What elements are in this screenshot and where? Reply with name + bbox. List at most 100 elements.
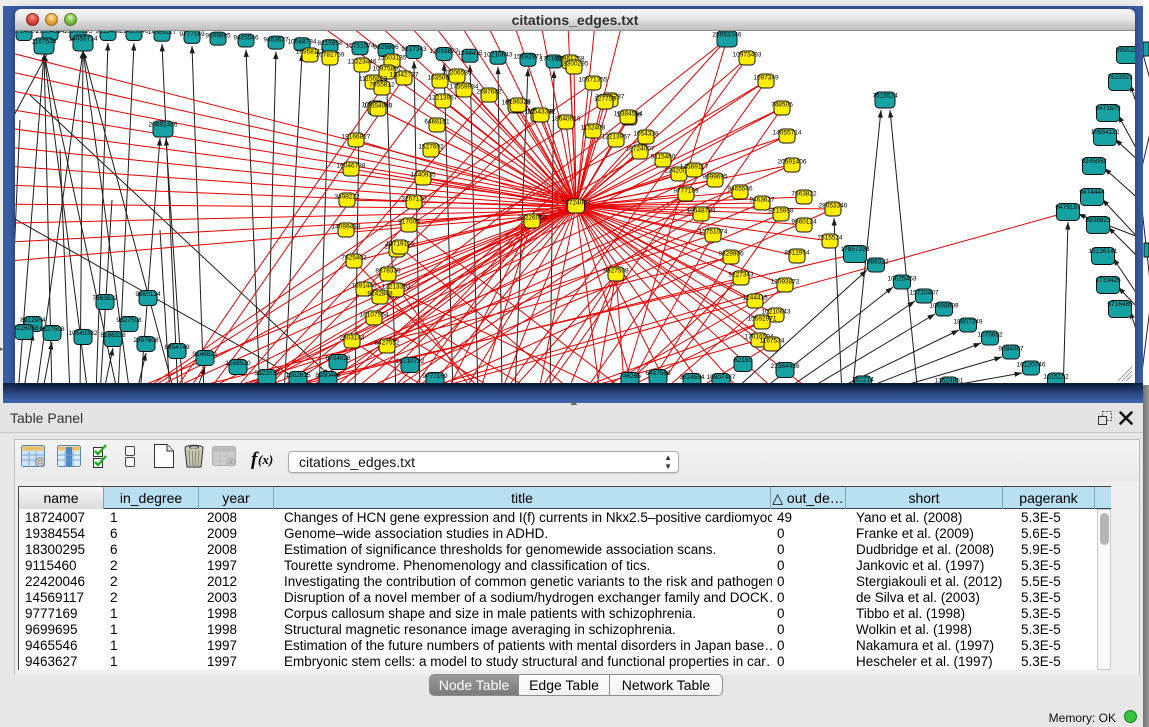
- svg-text:18300295: 18300295: [560, 61, 589, 68]
- svg-text:9242848: 9242848: [367, 291, 393, 298]
- svg-text:12213363: 12213363: [382, 284, 411, 291]
- svg-text:1075692: 1075692: [977, 332, 1003, 339]
- svg-text:62160: 62160: [734, 357, 752, 364]
- svg-text:1167534: 1167534: [32, 39, 57, 46]
- svg-text:14569117: 14569117: [148, 31, 177, 36]
- svg-text:7955812: 7955812: [369, 82, 395, 89]
- svg-text:14099489: 14099489: [332, 224, 361, 231]
- svg-text:16210722: 16210722: [396, 358, 425, 365]
- svg-text:12503135: 12503135: [378, 55, 407, 62]
- svg-text:9777169: 9777169: [673, 188, 699, 195]
- svg-text:20206535: 20206535: [443, 70, 472, 77]
- svg-text:18724007: 18724007: [626, 146, 655, 153]
- svg-text:1244415: 1244415: [742, 295, 768, 302]
- svg-text:8186328: 8186328: [100, 332, 126, 339]
- svg-text:2867608: 2867608: [133, 337, 159, 344]
- svg-text:9329906: 9329906: [718, 251, 744, 258]
- svg-text:8990448: 8990448: [315, 372, 341, 379]
- svg-text:17957253: 17957253: [841, 246, 870, 253]
- svg-text:15136141: 15136141: [1089, 248, 1118, 255]
- svg-text:22420046: 22420046: [120, 31, 149, 35]
- svg-text:19384554: 19384554: [614, 111, 643, 118]
- svg-text:5716485: 5716485: [1107, 301, 1133, 308]
- svg-text:12093872: 12093872: [430, 48, 459, 55]
- svg-text:1527602: 1527602: [418, 144, 444, 151]
- svg-text:9146821: 9146821: [192, 351, 218, 358]
- svg-text:1440935: 1440935: [410, 172, 436, 179]
- svg-text:10807487: 10807487: [707, 374, 736, 381]
- svg-text:10719155: 10719155: [386, 241, 415, 248]
- svg-text:7515524: 7515524: [817, 235, 843, 242]
- svg-text:18807249: 18807249: [954, 319, 983, 326]
- svg-text:8912954: 8912954: [784, 250, 810, 257]
- svg-text:9860124: 9860124: [791, 219, 817, 226]
- svg-text:28053346: 28053346: [819, 203, 848, 210]
- svg-text:1362615: 1362615: [285, 372, 311, 379]
- svg-text:8186328: 8186328: [505, 99, 531, 106]
- svg-text:18640910: 18640910: [552, 116, 581, 123]
- svg-text:13524851: 13524851: [935, 378, 964, 384]
- svg-text:9245052: 9245052: [1081, 158, 1107, 165]
- svg-text:12213967: 12213967: [602, 134, 631, 141]
- svg-text:21364436: 21364436: [771, 363, 800, 370]
- svg-text:10543382: 10543382: [527, 109, 556, 116]
- svg-text:9115460: 9115460: [651, 154, 676, 161]
- svg-text:9827508: 9827508: [39, 326, 65, 333]
- svg-text:15751074: 15751074: [346, 42, 375, 49]
- svg-text:10688609: 10688609: [930, 303, 959, 310]
- svg-text:14055714: 14055714: [773, 130, 802, 137]
- svg-text:1244415: 1244415: [457, 50, 483, 57]
- svg-text:746266: 746266: [619, 373, 641, 380]
- svg-text:10654112: 10654112: [1091, 129, 1120, 136]
- svg-text:8471676: 8471676: [1095, 105, 1121, 112]
- svg-text:17359934: 17359934: [450, 84, 479, 91]
- svg-text:9227343: 9227343: [401, 46, 427, 53]
- svg-text:7663822: 7663822: [791, 191, 817, 198]
- svg-text:10648784: 10648784: [687, 208, 716, 215]
- svg-text:20691406: 20691406: [778, 159, 807, 166]
- svg-text:6466161: 6466161: [424, 119, 450, 126]
- svg-text:1097349: 1097349: [753, 75, 779, 82]
- svg-text:3498222: 3498222: [334, 194, 360, 201]
- svg-text:9327508: 9327508: [116, 317, 142, 324]
- svg-text:5322037: 5322037: [254, 370, 280, 377]
- svg-text:1733426: 1733426: [1095, 277, 1121, 284]
- svg-text:9465546: 9465546: [727, 186, 753, 193]
- svg-text:6794028: 6794028: [325, 355, 351, 362]
- svg-text:9699695: 9699695: [205, 33, 231, 40]
- svg-text:1588520: 1588520: [225, 360, 251, 367]
- svg-text:10648784: 10648784: [288, 38, 317, 45]
- svg-text:10210643: 10210643: [484, 52, 513, 59]
- svg-text:1691440: 1691440: [351, 283, 377, 290]
- svg-text:23226058: 23226058: [15, 325, 39, 332]
- svg-text:7986322: 7986322: [863, 259, 889, 266]
- svg-text:9474444: 9474444: [1079, 189, 1105, 196]
- svg-text:8912954: 8912954: [20, 317, 46, 324]
- svg-text:252214: 252214: [852, 377, 874, 384]
- svg-text:28053346: 28053346: [713, 32, 742, 39]
- svg-text:7515524: 7515524: [872, 93, 898, 100]
- svg-text:19654943: 19654943: [364, 103, 393, 110]
- svg-text:12323446: 12323446: [348, 59, 377, 66]
- svg-text:10973493: 10973493: [733, 52, 762, 59]
- svg-text:15692971: 15692971: [748, 316, 777, 323]
- svg-text:2803144: 2803144: [339, 335, 365, 342]
- svg-text:9699695: 9699695: [702, 174, 728, 181]
- svg-text:8938923: 8938923: [1085, 217, 1111, 224]
- svg-text:10671355: 10671355: [579, 77, 608, 84]
- svg-text:19166827: 19166827: [342, 134, 371, 141]
- svg-text:12213967: 12213967: [429, 95, 458, 102]
- svg-text:16046738: 16046738: [337, 163, 366, 170]
- svg-text:12342737: 12342737: [390, 72, 419, 79]
- svg-text:10543382: 10543382: [69, 330, 98, 337]
- svg-text:7663822: 7663822: [92, 295, 118, 302]
- svg-text:(x): (x): [258, 452, 273, 467]
- svg-text:18724007: 18724007: [562, 200, 591, 207]
- svg-text:15692971: 15692971: [514, 54, 543, 61]
- svg-text:12093872: 12093872: [771, 279, 800, 286]
- svg-text:2087682: 2087682: [476, 89, 502, 96]
- svg-text:18300295: 18300295: [64, 31, 93, 35]
- svg-text:10210643: 10210643: [762, 309, 791, 316]
- svg-text:8427552: 8427552: [374, 340, 400, 347]
- svg-text:9084067: 9084067: [998, 346, 1024, 353]
